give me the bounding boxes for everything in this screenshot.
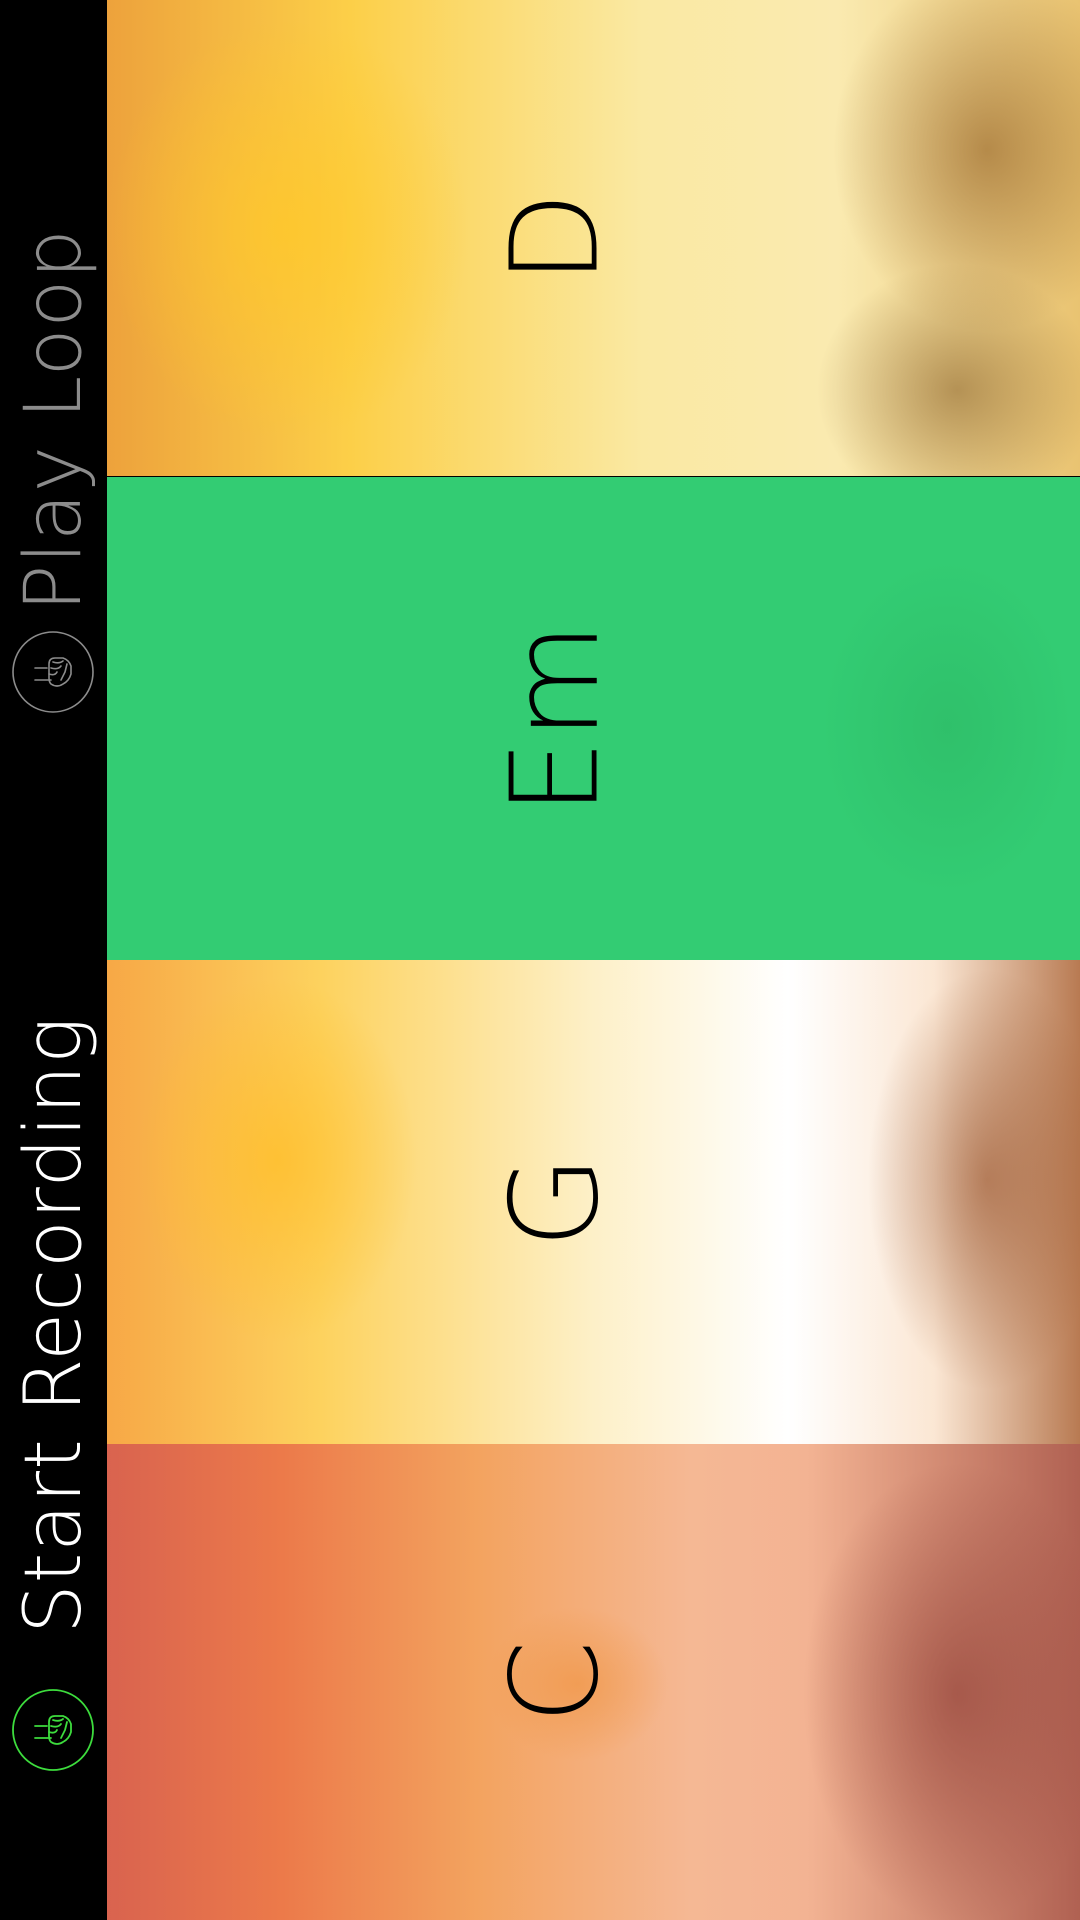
control-strip: Play Loop Start Recording	[0, 0, 107, 1920]
start-recording-label: Start Recording	[8, 1016, 99, 1634]
chord-tile-d[interactable]: D	[107, 0, 1080, 476]
chord-tile-c[interactable]: C	[107, 1444, 1080, 1920]
chord-label: G	[486, 1155, 626, 1249]
app-screen: Play Loop Start Recording D Em G C	[0, 0, 1080, 1920]
chord-tiles: D Em G C	[107, 0, 1080, 1920]
chord-tile-g[interactable]: G	[107, 960, 1080, 1444]
chord-label: D	[486, 191, 626, 285]
chord-tile-em[interactable]: Em	[107, 477, 1080, 960]
chord-label: C	[486, 1640, 626, 1724]
play-loop-button[interactable]: Play Loop	[0, 228, 107, 730]
play-loop-label: Play Loop	[8, 228, 99, 612]
fist-tap-icon	[12, 1689, 94, 1771]
chord-label: Em	[486, 622, 626, 815]
start-recording-button[interactable]: Start Recording	[0, 1016, 107, 1790]
fist-tap-icon	[12, 631, 94, 713]
